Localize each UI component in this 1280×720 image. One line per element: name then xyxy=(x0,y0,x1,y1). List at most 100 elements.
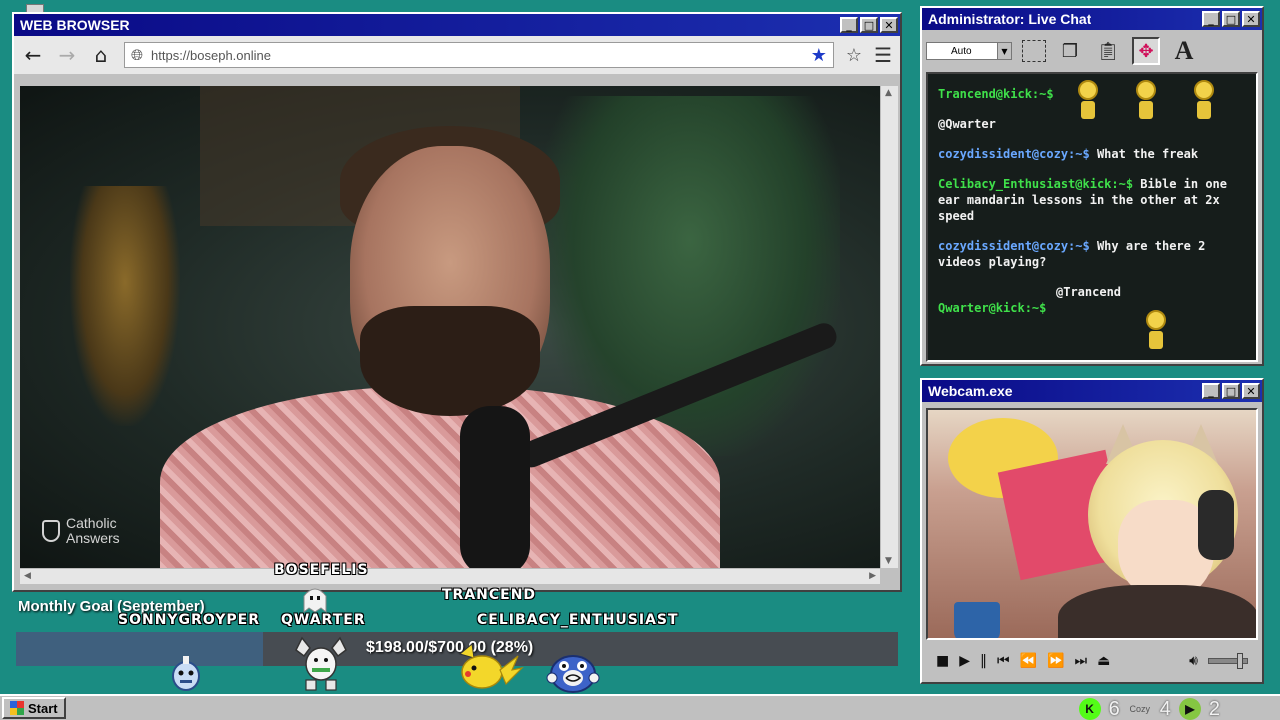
sprite-name: TRANCEND xyxy=(442,587,537,603)
maximize-button[interactable]: □ xyxy=(860,17,878,33)
font-icon[interactable]: A xyxy=(1170,36,1198,65)
skip-forward-icon[interactable]: ⏭ xyxy=(1075,653,1088,669)
media-controls: ■ ▶ ‖ ⏮ ⏪ ⏩ ⏭ ⏏ 🔊︎ xyxy=(926,644,1258,678)
windows-logo-icon xyxy=(10,701,24,715)
chat-username[interactable]: Celibacy_Enthusiast@kick:~$ xyxy=(938,177,1133,191)
white-warrior-sprite-icon xyxy=(295,636,347,691)
catholic-answers-watermark: Catholic Answers xyxy=(42,516,120,546)
webcam-title: Webcam.exe xyxy=(928,383,1013,399)
home-icon: ⌂ xyxy=(94,43,108,67)
vertical-scrollbar[interactable]: ▲ ▼ xyxy=(880,86,898,568)
browser-title: WEB BROWSER xyxy=(20,17,130,33)
globe-icon: 🌐︎ xyxy=(131,46,144,64)
video-player[interactable]: Catholic Answers xyxy=(20,86,880,568)
catholic-answers-logo-icon xyxy=(42,520,60,542)
taskbar: Start K 6 Cozy 4 ▶ 2 xyxy=(0,694,1280,720)
forward-button[interactable]: → xyxy=(56,43,78,67)
minimize-button[interactable]: _ xyxy=(840,17,858,33)
browser-window: WEB BROWSER _ □ ✕ ← → ⌂ 🌐︎ https://bosep… xyxy=(12,12,902,592)
paste-icon[interactable]: 📋︎ xyxy=(1094,37,1122,65)
chat-username[interactable]: cozydissident@cozy:~$ xyxy=(938,147,1090,161)
webcam-titlebar[interactable]: Webcam.exe _ □ ✕ xyxy=(922,380,1262,402)
chat-text: What the freak xyxy=(1089,147,1199,161)
rumble-icon[interactable]: ▶ xyxy=(1178,698,1201,720)
volume-slider[interactable] xyxy=(1208,653,1248,669)
pikachu-sprite-icon xyxy=(458,643,524,689)
sprite-name: BOSEFELIS xyxy=(274,562,369,578)
minimize-button[interactable]: _ xyxy=(1202,11,1220,27)
chat-message: cozydissident@cozy:~$ Why are there 2 vi… xyxy=(938,238,1248,270)
sprite-name: QWARTER xyxy=(281,612,366,628)
horizontal-scrollbar[interactable]: ◀ ▶ xyxy=(20,568,880,584)
eject-icon[interactable]: ⏏ xyxy=(1097,653,1110,669)
mug xyxy=(954,602,1000,638)
star-filled-icon[interactable]: ★ xyxy=(811,45,827,66)
browser-titlebar[interactable]: WEB BROWSER _ □ ✕ xyxy=(14,14,900,36)
background-statue xyxy=(70,186,180,426)
arrow-left-icon: ← xyxy=(24,43,42,67)
stop-icon[interactable]: ■ xyxy=(936,653,949,669)
browser-navbar: ← → ⌂ 🌐︎ https://boseph.online ★ ☆ ☰ xyxy=(14,36,900,74)
home-button[interactable]: ⌂ xyxy=(90,43,112,67)
avatar-body xyxy=(1058,585,1256,638)
kick-icon[interactable]: K xyxy=(1078,698,1101,720)
pause-icon[interactable]: ‖ xyxy=(980,653,987,669)
chat-message: Celibacy_Enthusiast@kick:~$ Bible in one… xyxy=(938,176,1248,224)
headphones xyxy=(1198,490,1234,560)
chat-mention: @Trancend xyxy=(1056,285,1122,299)
maximize-button[interactable]: □ xyxy=(1222,11,1240,27)
address-bar[interactable]: 🌐︎ https://boseph.online ★ xyxy=(124,42,834,68)
cozy-viewer-count: 4 xyxy=(1159,697,1171,720)
sprite-name: CELIBACY_ENTHUSIAST xyxy=(477,612,679,628)
kick-viewer-count: 6 xyxy=(1108,697,1120,720)
scroll-right-icon[interactable]: ▶ xyxy=(869,571,876,581)
poliwrath-sprite-icon xyxy=(546,655,600,693)
chibi-avatar-icon xyxy=(1146,310,1166,350)
blue-creature-sprite-icon xyxy=(172,656,200,691)
start-button[interactable]: Start xyxy=(2,697,66,719)
chat-toolbar: Auto ▼ ❐ 📋︎ ✥ A xyxy=(922,30,1262,72)
webcam-feed xyxy=(926,408,1258,640)
maximize-button[interactable]: □ xyxy=(1222,383,1240,399)
close-button[interactable]: ✕ xyxy=(1242,383,1260,399)
volume-thumb[interactable] xyxy=(1237,653,1243,669)
url-text[interactable]: https://boseph.online xyxy=(151,48,803,63)
scroll-up-icon[interactable]: ▲ xyxy=(885,88,892,98)
chevron-down-icon[interactable]: ▼ xyxy=(997,43,1011,59)
chat-message: @Trancend Qwarter@kick:~$ xyxy=(938,284,1248,316)
select-tool-icon[interactable] xyxy=(1022,40,1046,62)
rewind-icon[interactable]: ⏪ xyxy=(1020,653,1037,669)
hamburger-menu-icon[interactable]: ☰ xyxy=(874,43,892,67)
chat-title: Administrator: Live Chat xyxy=(928,11,1092,27)
host-beard xyxy=(360,306,540,416)
minimize-button[interactable]: _ xyxy=(1202,383,1220,399)
play-icon[interactable]: ▶ xyxy=(959,653,970,669)
scroll-left-icon[interactable]: ◀ xyxy=(24,571,31,581)
skip-back-icon[interactable]: ⏮ xyxy=(997,653,1010,669)
volume-icon[interactable]: 🔊︎ xyxy=(1189,653,1198,669)
star-outline-icon[interactable]: ☆ xyxy=(846,45,862,66)
chat-log[interactable]: Trancend@kick:~$ @Qwarter cozydissident@… xyxy=(926,72,1258,362)
close-button[interactable]: ✕ xyxy=(880,17,898,33)
chat-message: cozydissident@cozy:~$ What the freak xyxy=(938,146,1248,162)
chat-username[interactable]: cozydissident@cozy:~$ xyxy=(938,239,1090,253)
chat-username[interactable]: Qwarter@kick:~$ xyxy=(938,301,1046,315)
rumble-viewer-count: 2 xyxy=(1208,697,1220,720)
start-label: Start xyxy=(28,700,58,716)
chat-titlebar[interactable]: Administrator: Live Chat _ □ ✕ xyxy=(922,8,1262,30)
microphone xyxy=(460,406,530,568)
font-size-value: Auto xyxy=(951,45,972,57)
scroll-down-icon[interactable]: ▼ xyxy=(885,556,892,566)
back-button[interactable]: ← xyxy=(22,43,44,67)
cozy-icon[interactable]: Cozy xyxy=(1128,704,1152,714)
watermark-line1: Catholic xyxy=(66,515,117,531)
ghost-sprite-icon xyxy=(303,588,327,614)
webcam-window: Webcam.exe _ □ ✕ ■ ▶ ‖ ⏮ ⏪ ⏩ ⏭ ⏏ 🔊︎ xyxy=(920,378,1264,684)
font-size-select[interactable]: Auto ▼ xyxy=(926,42,1012,60)
copy-icon[interactable]: ❐ xyxy=(1056,37,1084,65)
fast-forward-icon[interactable]: ⏩ xyxy=(1047,653,1064,669)
close-button[interactable]: ✕ xyxy=(1242,11,1260,27)
move-tool-icon[interactable]: ✥ xyxy=(1132,37,1160,65)
chat-username[interactable]: Trancend@kick:~$ xyxy=(938,87,1054,101)
chat-text: @Qwarter xyxy=(938,117,996,131)
